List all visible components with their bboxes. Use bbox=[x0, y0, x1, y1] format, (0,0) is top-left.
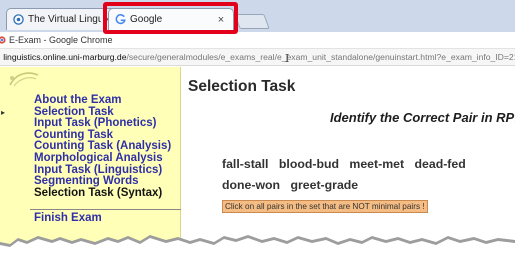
task-hint: Click on all pairs in the set that are N… bbox=[222, 200, 428, 213]
tab-title: The Virtual Linguistics C bbox=[28, 14, 101, 25]
word-pair-option[interactable]: dead-fed bbox=[415, 154, 466, 175]
chrome-icon bbox=[0, 36, 6, 44]
word-pair-option[interactable]: fall-stall bbox=[222, 154, 268, 175]
window-title-bar: E-Exam - Google Chrome bbox=[0, 32, 515, 49]
url-host: linguistics.online.uni-marburg.de bbox=[3, 52, 127, 62]
virtual-linguistics-logo-icon bbox=[9, 72, 39, 87]
word-pair-option[interactable]: meet-met bbox=[349, 154, 404, 175]
browser-tab-strip: The Virtual Linguistics C × Google × bbox=[0, 0, 515, 32]
page-title: Selection Task bbox=[188, 78, 296, 95]
word-pair-option[interactable]: done-won bbox=[222, 175, 280, 196]
sidebar-item-about-the-exam[interactable]: About the Exam bbox=[34, 94, 171, 107]
finish-exam-link[interactable]: Finish Exam bbox=[34, 212, 102, 224]
word-pair-option[interactable]: greet-grade bbox=[290, 175, 358, 196]
word-pairs: fall-stall blood-bud meet-met dead-fed d… bbox=[222, 154, 515, 196]
task-instruction: Identify the Correct Pair in RP: bbox=[330, 110, 515, 125]
current-item-arrow-icon: ▸ bbox=[1, 108, 6, 117]
word-pair-option[interactable]: blood-bud bbox=[279, 154, 339, 175]
torn-edge-decoration bbox=[0, 235, 515, 260]
sidebar-item-morphological-analysis[interactable]: Morphological Analysis bbox=[34, 152, 171, 165]
address-bar[interactable]: i linguistics.online.uni-marburg.de/secu… bbox=[0, 49, 515, 66]
red-highlight-box bbox=[103, 2, 238, 34]
sidebar-nav: About the Exam Selection Task Input Task… bbox=[34, 94, 171, 200]
virtual-linguistics-favicon-icon bbox=[13, 14, 24, 25]
window-title: E-Exam - Google Chrome bbox=[9, 35, 113, 45]
sidebar-item-segmenting-words[interactable]: Segmenting Words bbox=[34, 176, 171, 188]
new-tab-button[interactable] bbox=[234, 14, 270, 29]
sidebar-divider bbox=[30, 209, 181, 210]
sidebar-item-selection-task-syntax[interactable]: Selection Task (Syntax) bbox=[34, 187, 171, 200]
text-cursor-icon: I bbox=[285, 52, 290, 65]
url-path: /secure/generalmodules/e_exams_real/e_ex… bbox=[126, 52, 515, 62]
